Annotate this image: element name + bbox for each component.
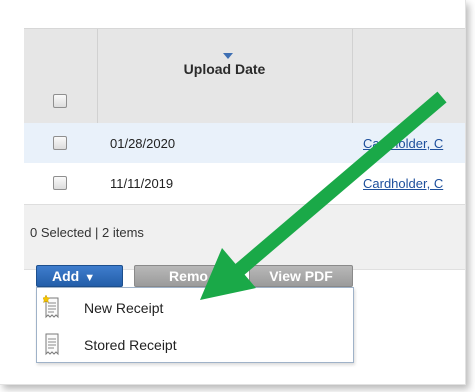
remove-button[interactable]: Remo <box>134 265 243 287</box>
view-pdf-button-label: View PDF <box>269 268 333 284</box>
select-all-checkbox[interactable] <box>53 94 67 108</box>
upload-date-cell: 11/11/2019 <box>110 176 174 191</box>
table-row[interactable]: 01/28/2020 Cardholder, C <box>24 123 465 164</box>
upload-date-header-label: Upload Date <box>183 61 266 77</box>
add-button-label: Add <box>52 268 80 284</box>
selection-status: 0 Selected | 2 items <box>30 225 144 240</box>
row-checkbox[interactable] <box>53 176 67 190</box>
table-header: Upload Date <box>24 28 465 124</box>
header-select-cell <box>24 29 98 123</box>
remove-button-label: Remo <box>169 268 208 284</box>
table-footer: 0 Selected | 2 items <box>24 204 465 270</box>
add-button[interactable]: Add ▼ <box>36 265 123 287</box>
table-row[interactable]: 11/11/2019 Cardholder, C <box>24 163 465 203</box>
cardholder-column-header[interactable] <box>353 29 465 123</box>
view-pdf-button[interactable]: View PDF <box>249 265 353 287</box>
receipts-table: Upload Date 01/28/2020 Cardholder, C 11/… <box>24 28 465 270</box>
cardholder-link[interactable]: Cardholder, C <box>363 136 443 151</box>
menu-item-new-receipt[interactable]: New Receipt <box>37 289 353 326</box>
add-dropdown-menu: New Receipt Stored Receipt <box>36 287 354 363</box>
stored-receipt-label: Stored Receipt <box>84 337 177 353</box>
dropdown-caret-icon: ▼ <box>84 272 96 284</box>
cardholder-link[interactable]: Cardholder, C <box>363 176 443 191</box>
row-checkbox[interactable] <box>53 136 67 150</box>
receipts-panel: Upload Date 01/28/2020 Cardholder, C 11/… <box>0 0 466 385</box>
menu-item-stored-receipt[interactable]: Stored Receipt <box>37 326 353 363</box>
upload-date-column-header[interactable]: Upload Date <box>97 29 353 123</box>
upload-date-cell: 01/28/2020 <box>110 136 176 151</box>
stored-receipt-icon <box>45 333 59 356</box>
new-receipt-icon <box>43 295 59 319</box>
sort-descending-icon <box>223 53 233 59</box>
new-receipt-label: New Receipt <box>84 300 164 316</box>
